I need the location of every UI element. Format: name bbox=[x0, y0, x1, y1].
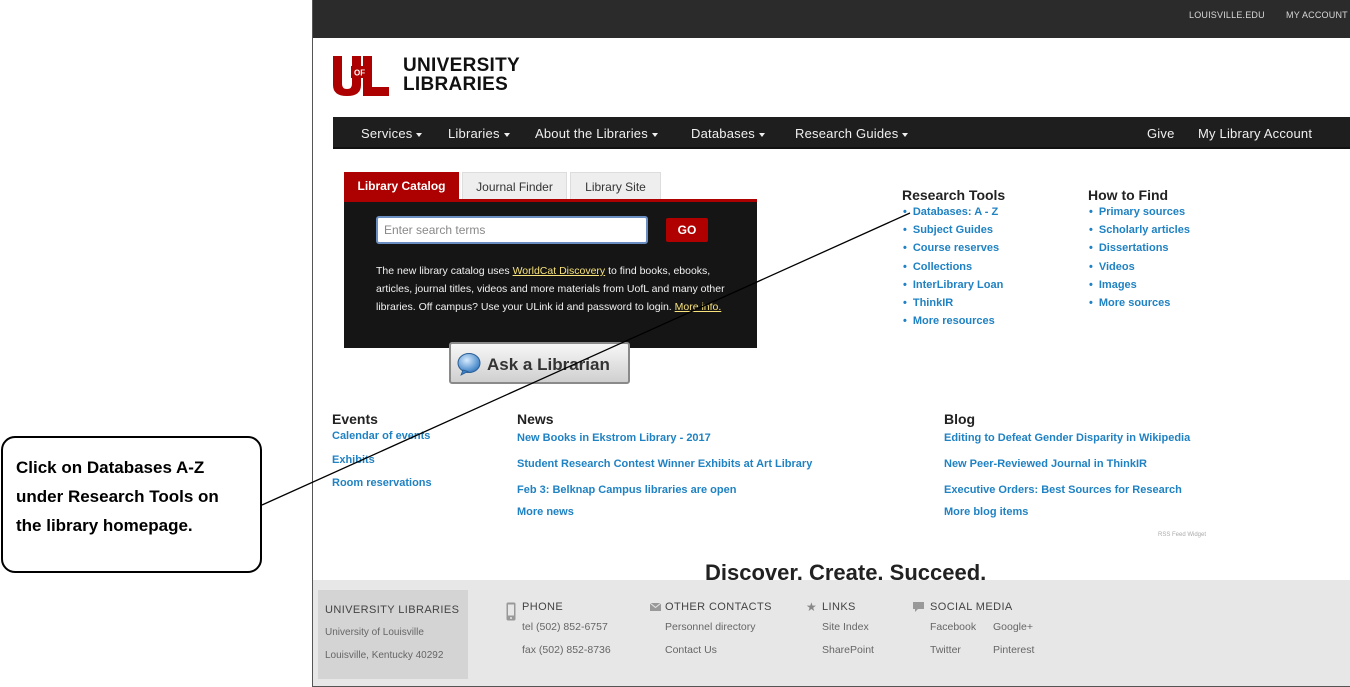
events-link[interactable]: Exhibits bbox=[332, 454, 375, 466]
rss-feed-widget-credit[interactable]: RSS Feed Widget bbox=[1158, 532, 1206, 538]
footer-other-contacts-heading: OTHER CONTACTS bbox=[665, 601, 772, 613]
how-to-find-item[interactable]: • Primary sources bbox=[1089, 206, 1190, 224]
how-to-find-item[interactable]: • More sources bbox=[1089, 297, 1190, 315]
how-to-find-heading: How to Find bbox=[1088, 187, 1169, 203]
news-heading: News bbox=[517, 411, 554, 427]
research-tool-item[interactable]: • Collections bbox=[903, 261, 1003, 279]
nav-libraries[interactable]: Libraries bbox=[448, 126, 510, 141]
speech-bubble-icon bbox=[457, 353, 481, 376]
footer-twitter-link[interactable]: Twitter bbox=[930, 644, 961, 656]
blog-heading: Blog bbox=[944, 411, 976, 427]
how-to-find-list: • Primary sources • Scholarly articles • Di… bbox=[1089, 206, 1190, 315]
footer-tel[interactable]: tel (502) 852-6757 bbox=[522, 621, 608, 633]
footer-site-index-link[interactable]: Site Index bbox=[822, 621, 869, 633]
nav-research-guides[interactable]: Research Guides bbox=[795, 126, 909, 141]
events-link[interactable]: Room reservations bbox=[332, 477, 432, 489]
worldcat-discovery-link[interactable]: WorldCat Discovery bbox=[513, 265, 606, 277]
main-navigation: Services Libraries About the Libraries D… bbox=[333, 117, 1350, 149]
footer-phone-heading: PHONE bbox=[522, 601, 564, 613]
utility-bar: LOUISVILLE.EDU MY ACCOUNT bbox=[313, 0, 1350, 38]
my-account-link[interactable]: MY ACCOUNT bbox=[1286, 10, 1348, 20]
more-blog-items-link[interactable]: More blog items bbox=[944, 506, 1028, 518]
how-to-find-item[interactable]: • Videos bbox=[1089, 261, 1190, 279]
footer-google-plus-link[interactable]: Google+ bbox=[993, 621, 1033, 633]
news-link[interactable]: Student Research Contest Winner Exhibits… bbox=[517, 458, 812, 470]
caret-down-icon bbox=[902, 132, 909, 137]
callout-text: Click on Databases A-Z under Research To… bbox=[16, 458, 219, 535]
caret-down-icon bbox=[503, 132, 510, 137]
logo-line1: UNIVERSITY bbox=[403, 55, 521, 76]
nav-databases[interactable]: Databases bbox=[691, 126, 765, 141]
news-link[interactable]: Feb 3: Belknap Campus libraries are open bbox=[517, 484, 736, 496]
logo-line2: LIBRARIES bbox=[403, 74, 509, 95]
louisville-edu-link[interactable]: LOUISVILLE.EDU bbox=[1189, 10, 1265, 20]
uofl-logo-icon: OF bbox=[333, 56, 389, 96]
research-tool-item[interactable]: • InterLibrary Loan bbox=[903, 279, 1003, 297]
caret-down-icon bbox=[758, 132, 765, 137]
star-icon: ★ bbox=[806, 600, 817, 614]
tab-library-site[interactable]: Library Site bbox=[570, 172, 661, 200]
go-button[interactable]: GO bbox=[666, 218, 708, 242]
nav-my-library-account[interactable]: My Library Account bbox=[1198, 126, 1312, 141]
footer-links-heading: LINKS bbox=[822, 601, 856, 613]
research-tool-item[interactable]: • More resources bbox=[903, 315, 1003, 333]
chat-bubble-icon bbox=[913, 602, 924, 612]
nav-services[interactable]: Services bbox=[361, 126, 423, 141]
search-description: The new library catalog uses WorldCat Di… bbox=[376, 265, 725, 313]
more-news-link[interactable]: More news bbox=[517, 506, 574, 518]
footer-facebook-link[interactable]: Facebook bbox=[930, 621, 976, 633]
footer-address-line1: University of Louisville bbox=[325, 627, 424, 638]
research-tool-item[interactable]: • Subject Guides bbox=[903, 224, 1003, 242]
more-info-link[interactable]: More info. bbox=[675, 301, 722, 313]
browser-screenshot: LOUISVILLE.EDU MY ACCOUNT OF UNIVERSITY … bbox=[312, 0, 1350, 687]
footer-contact-us-link[interactable]: Contact Us bbox=[665, 644, 717, 656]
how-to-find-item[interactable]: • Images bbox=[1089, 279, 1190, 297]
footer: UNIVERSITY LIBRARIES University of Louis… bbox=[313, 580, 1350, 686]
search-panel: GO The new library catalog uses WorldCat… bbox=[344, 202, 757, 348]
research-tools-heading: Research Tools bbox=[902, 187, 1006, 203]
footer-sharepoint-link[interactable]: SharePoint bbox=[822, 644, 874, 656]
blog-link[interactable]: Executive Orders: Best Sources for Resea… bbox=[944, 484, 1182, 496]
svg-text:OF: OF bbox=[354, 69, 365, 78]
footer-fax: fax (502) 852-8736 bbox=[522, 644, 611, 656]
footer-social-media-heading: SOCIAL MEDIA bbox=[930, 601, 1013, 613]
ask-a-librarian-label: Ask a Librarian bbox=[487, 355, 610, 374]
caret-down-icon bbox=[416, 132, 423, 137]
blog-link[interactable]: Editing to Defeat Gender Disparity in Wi… bbox=[944, 432, 1190, 444]
research-tool-item[interactable]: • ThinkIR bbox=[903, 297, 1003, 315]
research-tool-item[interactable]: • Course reserves bbox=[903, 242, 1003, 260]
instruction-callout: Click on Databases A-Z under Research To… bbox=[1, 436, 262, 573]
ask-a-librarian-button[interactable]: Ask a Librarian bbox=[449, 342, 630, 384]
tab-library-catalog[interactable]: Library Catalog bbox=[344, 172, 459, 200]
footer-address-line2: Louisville, Kentucky 40292 bbox=[325, 650, 444, 661]
research-tools-list: • Databases: A - Z • Subject Guides • Cours… bbox=[903, 206, 1003, 333]
footer-library-title: UNIVERSITY LIBRARIES bbox=[325, 604, 460, 616]
footer-library-block: UNIVERSITY LIBRARIES University of Louis… bbox=[318, 590, 468, 679]
how-to-find-item[interactable]: • Scholarly articles bbox=[1089, 224, 1190, 242]
phone-icon bbox=[506, 602, 516, 621]
footer-pinterest-link[interactable]: Pinterest bbox=[993, 644, 1034, 656]
envelope-icon bbox=[650, 603, 661, 611]
caret-down-icon bbox=[651, 132, 658, 137]
events-heading: Events bbox=[332, 411, 378, 427]
footer-personnel-directory-link[interactable]: Personnel directory bbox=[665, 621, 755, 633]
research-tool-item[interactable]: • Databases: A - Z bbox=[903, 206, 1003, 224]
events-link[interactable]: Calendar of events bbox=[332, 430, 430, 442]
nav-give[interactable]: Give bbox=[1147, 126, 1175, 141]
news-link[interactable]: New Books in Ekstrom Library - 2017 bbox=[517, 432, 711, 444]
how-to-find-item[interactable]: • Dissertations bbox=[1089, 242, 1190, 260]
tab-journal-finder[interactable]: Journal Finder bbox=[462, 172, 567, 200]
nav-about-the-libraries[interactable]: About the Libraries bbox=[535, 126, 658, 141]
blog-link[interactable]: New Peer-Reviewed Journal in ThinkIR bbox=[944, 458, 1147, 470]
search-input[interactable] bbox=[376, 216, 648, 244]
